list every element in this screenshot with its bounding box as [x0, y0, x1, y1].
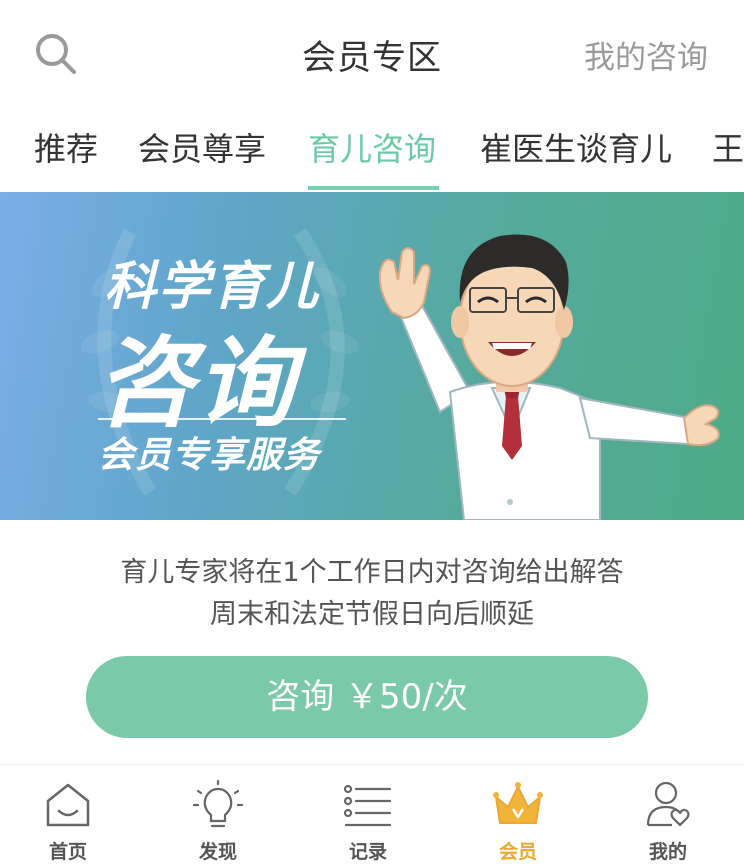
nav-label-discover: 发现 — [198, 841, 237, 863]
home-icon — [46, 783, 90, 827]
nav-item-discover[interactable]: 发现 — [158, 773, 278, 865]
bottom-nav: 首页 发现 记录 会员 我的 — [0, 764, 744, 865]
banner-divider — [98, 418, 346, 420]
list-icon — [343, 784, 392, 827]
nav-item-mine[interactable]: 我的 — [608, 773, 728, 865]
lightbulb-icon — [192, 779, 244, 828]
header: 会员专区 我的咨询 — [0, 0, 744, 104]
nav-label-home: 首页 — [48, 841, 87, 863]
active-tab-indicator — [308, 186, 439, 190]
nav-label-mine: 我的 — [648, 841, 687, 863]
tab-dr-cui-parenting[interactable]: 崔医生谈育儿 — [480, 124, 672, 170]
banner-headline-consultation: 咨询 — [96, 327, 297, 441]
holiday-delay-note: 周末和法定节假日向后顺延 — [210, 599, 534, 630]
tab-wang[interactable]: 王 — [712, 124, 744, 170]
crown-icon — [493, 782, 543, 824]
nav-label-member: 会员 — [498, 841, 537, 863]
tab-member-exclusive[interactable]: 会员尊享 — [138, 124, 266, 170]
banner-subheadline: 会员专享服务 — [98, 435, 321, 476]
my-consultation-link[interactable]: 我的咨询 — [584, 32, 708, 77]
nav-item-home[interactable]: 首页 — [8, 773, 128, 865]
tab-parenting-consultation[interactable]: 育儿咨询 — [308, 124, 436, 170]
nav-label-records: 记录 — [348, 841, 387, 863]
consult-pay-button[interactable]: 咨询 ￥50/次 — [86, 656, 648, 738]
consultation-banner[interactable]: 科学育儿 咨询 会员专享服务 — [0, 192, 744, 520]
nav-item-records[interactable]: 记录 — [308, 773, 428, 865]
category-tabs: 推荐 会员尊享 育儿咨询 崔医生谈育儿 王 — [0, 104, 744, 192]
tab-recommend[interactable]: 推荐 — [34, 124, 98, 170]
nav-item-member[interactable]: 会员 — [458, 773, 578, 865]
response-time-note: 育儿专家将在1个工作日内对咨询给出解答 — [120, 557, 624, 588]
user-icon — [646, 781, 690, 827]
